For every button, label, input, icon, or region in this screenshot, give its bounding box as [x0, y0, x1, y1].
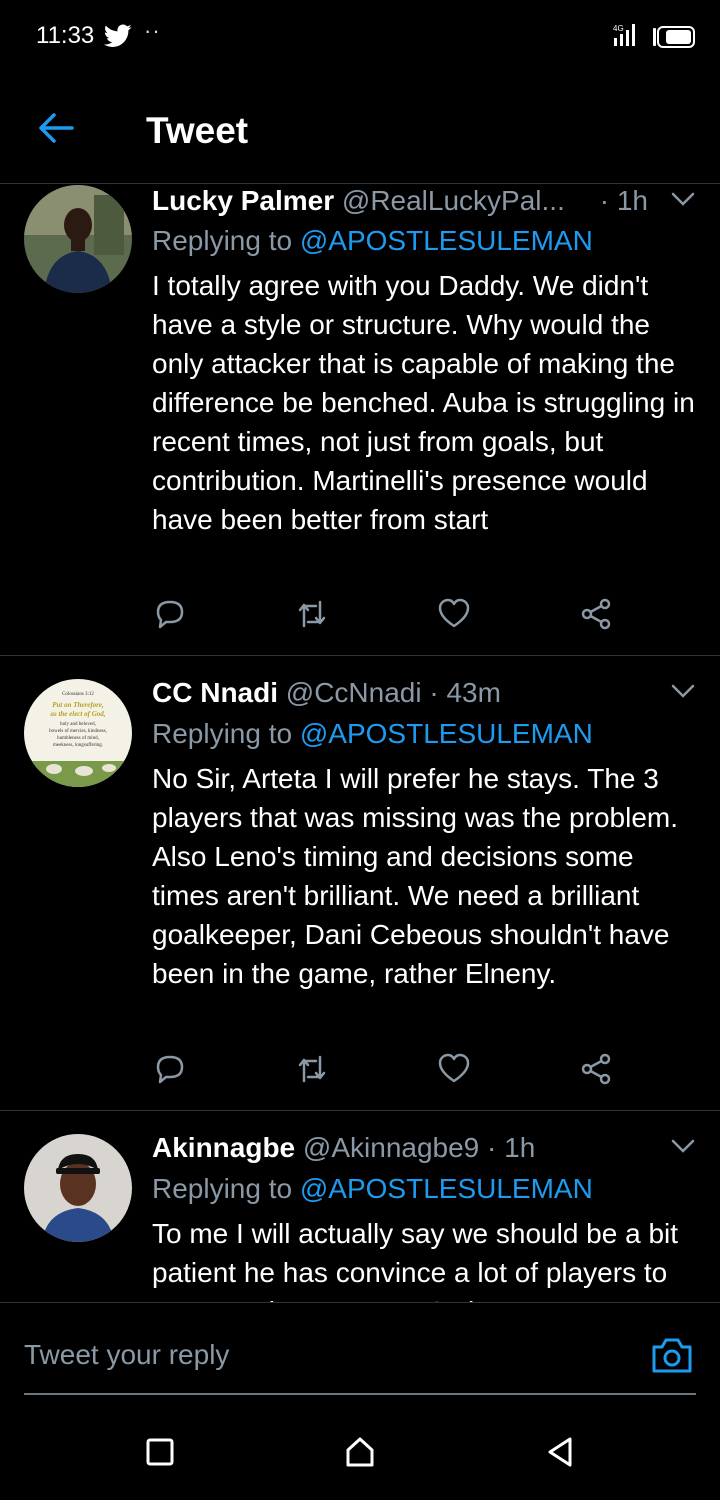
- user-handle[interactable]: @Akinnagbe9: [303, 1132, 479, 1163]
- tweet-actions: [152, 596, 632, 636]
- separator-dot: ·: [599, 185, 610, 216]
- arrow-left-icon[interactable]: [36, 110, 76, 146]
- twitter-bird-icon: [104, 24, 132, 47]
- separator-dot: ·: [487, 1132, 497, 1163]
- like-heart-icon[interactable]: [436, 596, 472, 632]
- timestamp: 43m: [446, 677, 501, 708]
- mention-link[interactable]: @APOSTLESULEMAN: [300, 1173, 593, 1204]
- replying-to-line: Replying to @APOSTLESULEMAN: [152, 718, 593, 750]
- chevron-down-icon[interactable]: [670, 1136, 696, 1156]
- tweet-item[interactable]: Colossians 3:12 Put on Therefore, as the…: [0, 657, 720, 1111]
- recent-apps-icon[interactable]: [144, 1436, 176, 1468]
- replying-to-label: Replying to: [152, 718, 293, 749]
- avatar[interactable]: Colossians 3:12 Put on Therefore, as the…: [24, 679, 132, 787]
- avatar-verse-image: Colossians 3:12 Put on Therefore, as the…: [24, 679, 132, 787]
- tweet-header: Lucky Palmer @RealLuckyPal... · 1h: [152, 185, 696, 221]
- like-heart-icon[interactable]: [436, 1051, 472, 1087]
- tweet-header: Akinnagbe @Akinnagbe9 · 1h: [152, 1132, 696, 1168]
- tweet-item[interactable]: Lucky Palmer @RealLuckyPal... · 1h Reply…: [0, 185, 720, 656]
- retweet-icon[interactable]: [294, 596, 330, 632]
- replying-to-line: Replying to @APOSTLESULEMAN: [152, 225, 593, 257]
- tweet-actions: [152, 1051, 632, 1091]
- reply-icon[interactable]: [152, 596, 188, 632]
- tweet-header: CC Nnadi @CcNnadi · 43m: [152, 677, 696, 713]
- battery-icon: [653, 26, 695, 48]
- status-time: 11:33: [36, 22, 95, 49]
- status-notification-dots: ··: [144, 18, 161, 43]
- page-title: Tweet: [146, 110, 249, 151]
- status-bar: 11:33 ·· 4G: [0, 0, 720, 72]
- avatar-photo: [24, 185, 132, 293]
- avatar[interactable]: [24, 1134, 132, 1242]
- chevron-down-icon[interactable]: [670, 681, 696, 701]
- reply-icon[interactable]: [152, 1051, 188, 1087]
- top-app-bar: Tweet: [0, 72, 720, 184]
- home-icon[interactable]: [344, 1436, 376, 1468]
- avatar[interactable]: [24, 185, 132, 293]
- display-name[interactable]: Akinnagbe: [152, 1132, 295, 1163]
- reply-input[interactable]: Tweet your reply: [24, 1339, 229, 1371]
- svg-text:4G: 4G: [613, 24, 624, 33]
- share-icon[interactable]: [578, 1051, 614, 1087]
- reply-divider: [24, 1393, 696, 1395]
- system-nav-bar: [0, 1400, 720, 1500]
- tweet-item[interactable]: Akinnagbe @Akinnagbe9 · 1h Replying to @…: [0, 1112, 720, 1302]
- replying-to-label: Replying to: [152, 1173, 293, 1204]
- reply-composer[interactable]: Tweet your reply: [0, 1302, 720, 1395]
- camera-icon[interactable]: [650, 1335, 694, 1375]
- avatar-verse-line: humbleness of mind,: [57, 736, 99, 741]
- chevron-down-icon[interactable]: [670, 189, 696, 209]
- mention-link[interactable]: @APOSTLESULEMAN: [300, 225, 593, 256]
- timestamp-group: · 1h: [600, 185, 648, 217]
- user-handle[interactable]: @CcNnadi: [286, 677, 422, 708]
- tweet-text: No Sir, Arteta I will prefer he stays. T…: [152, 763, 678, 989]
- avatar-verse-line: holy and beloved,: [60, 722, 96, 727]
- retweet-icon[interactable]: [294, 1051, 330, 1087]
- signal-icon: 4G: [613, 24, 635, 46]
- timestamp: 1h: [616, 185, 648, 216]
- avatar-verse-ref: Colossians 3:12: [62, 692, 94, 697]
- share-icon[interactable]: [578, 596, 614, 632]
- display-name[interactable]: Lucky Palmer: [152, 185, 334, 216]
- replying-to-line: Replying to @APOSTLESULEMAN: [152, 1173, 593, 1205]
- reply-feed[interactable]: Lucky Palmer @RealLuckyPal... · 1h Reply…: [0, 185, 720, 1302]
- timestamp: 1h: [504, 1132, 536, 1163]
- user-handle[interactable]: @RealLuckyPal...: [342, 185, 565, 216]
- tweet-text: To me I will actually say we should be a…: [152, 1218, 679, 1302]
- back-nav-icon[interactable]: [544, 1436, 576, 1468]
- tweet-text: I totally agree with you Daddy. We didn'…: [152, 270, 695, 535]
- separator-dot: ·: [429, 677, 439, 708]
- mention-link[interactable]: @APOSTLESULEMAN: [300, 718, 593, 749]
- display-name[interactable]: CC Nnadi: [152, 677, 278, 708]
- avatar-verse-line: bowels of mercies, kindness,: [49, 729, 107, 734]
- avatar-verse-line: meekness, longsuffering.: [53, 743, 103, 748]
- avatar-photo: [24, 1134, 132, 1242]
- replying-to-label: Replying to: [152, 225, 293, 256]
- avatar-verse-line: as the elect of God,: [50, 710, 105, 718]
- avatar-verse-line: Put on Therefore,: [52, 701, 104, 709]
